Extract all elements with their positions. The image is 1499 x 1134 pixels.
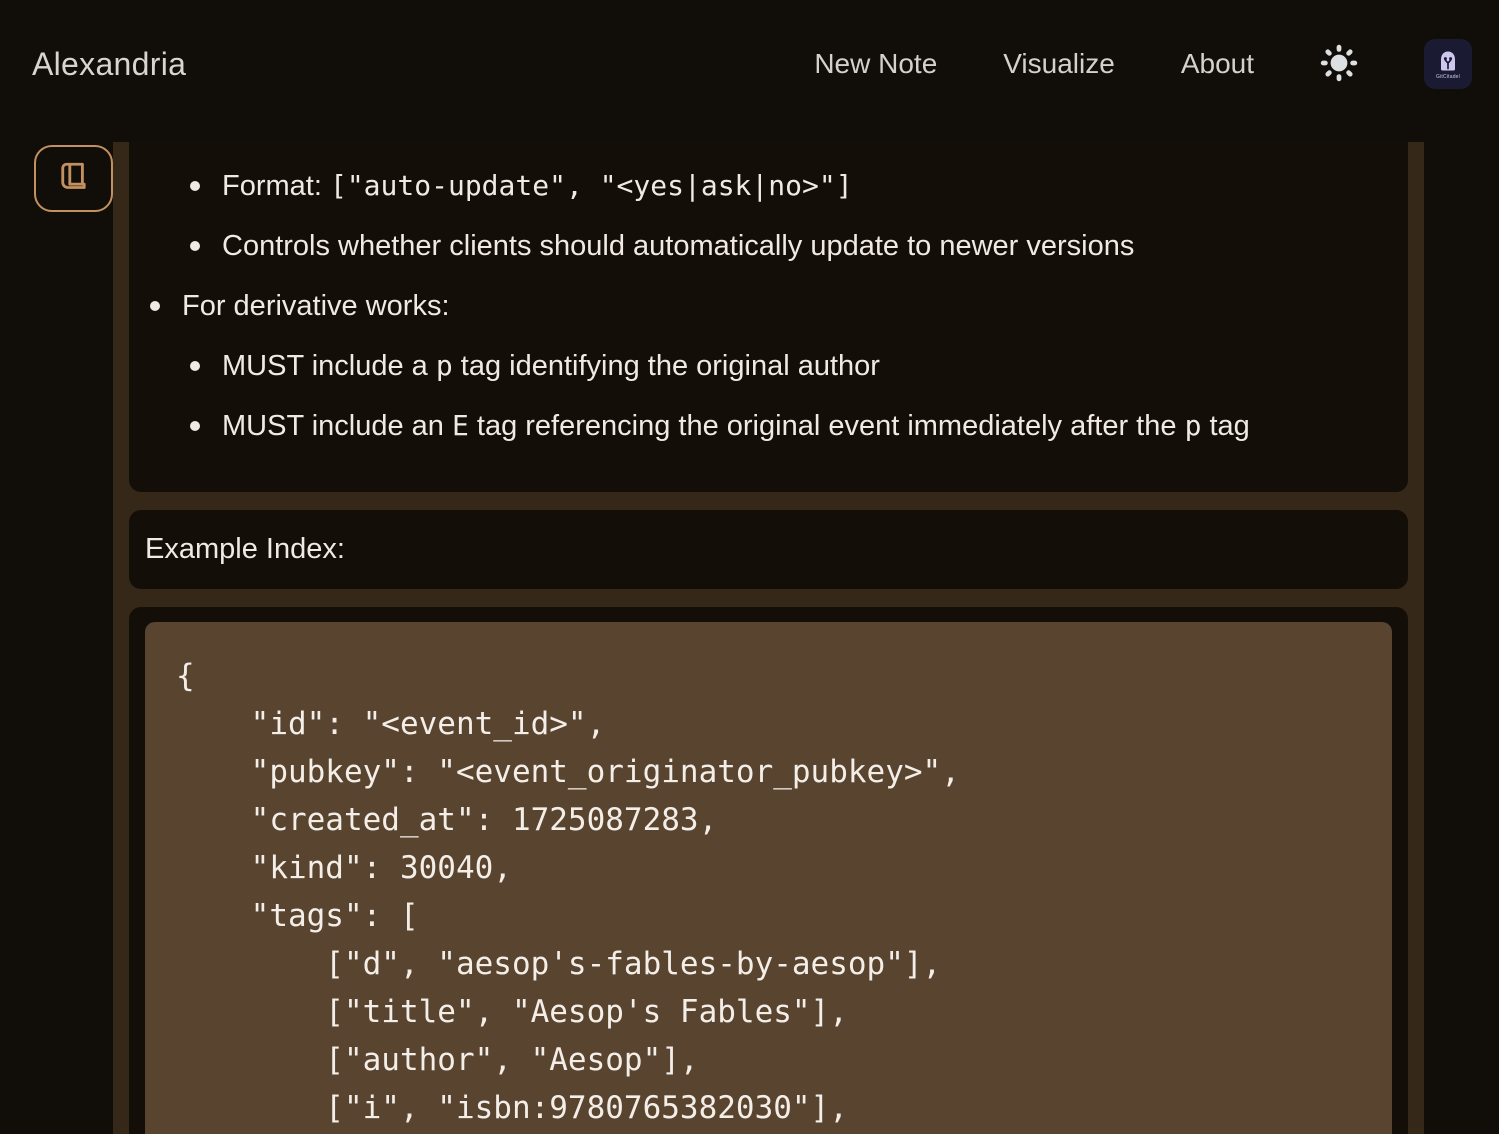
doc-section-card: Format: ["auto-update", "<yes|ask|no>"] C… <box>129 142 1408 492</box>
bullet-text: tag identifying the original author <box>453 350 880 382</box>
bullet-text: Controls whether clients should automati… <box>222 230 1134 262</box>
brand-title[interactable]: Alexandria <box>32 46 186 83</box>
example-index-card: Example Index: <box>129 510 1408 589</box>
content-panel: Format: ["auto-update", "<yes|ask|no>"] C… <box>113 142 1424 1134</box>
code-example-card: { "id": "<event_id>", "pubkey": "<event_… <box>129 607 1408 1134</box>
bullet-item: Format: ["auto-update", "<yes|ask|no>"] <box>190 168 1392 204</box>
bullet-text: tag referencing the original event immed… <box>469 410 1185 442</box>
nav-visualize[interactable]: Visualize <box>1003 48 1115 80</box>
inline-code: E <box>452 409 469 442</box>
bullet-item: Controls whether clients should automati… <box>190 228 1392 264</box>
nav-about[interactable]: About <box>1181 48 1254 80</box>
sun-icon <box>1320 44 1358 85</box>
bullet-item: MUST include an E tag referencing the or… <box>190 408 1392 444</box>
code-block: { "id": "<event_id>", "pubkey": "<event_… <box>145 622 1392 1134</box>
main-nav: New Note Visualize About <box>814 39 1472 89</box>
bullet-list: Format: ["auto-update", "<yes|ask|no>"] C… <box>145 168 1392 444</box>
inline-code: p <box>1185 409 1202 442</box>
bullet-item: For derivative works: <box>150 288 1392 324</box>
bullet-text: Format: <box>222 170 330 202</box>
gitcitadel-shield-icon <box>1436 49 1460 73</box>
gitcitadel-profile-badge[interactable]: GitCitadel <box>1424 39 1472 89</box>
sidebar-toggle-button[interactable] <box>34 145 113 212</box>
inline-code: p <box>436 349 453 382</box>
app-header: Alexandria New Note Visualize About <box>0 0 1499 128</box>
example-index-label: Example Index: <box>145 533 345 566</box>
book-icon <box>56 159 92 198</box>
bullet-item: MUST include a p tag identifying the ori… <box>190 348 1392 384</box>
bullet-text: For derivative works: <box>182 290 450 322</box>
inline-code: ["auto-update", "<yes|ask|no>"] <box>330 169 853 202</box>
bullet-text: MUST include an <box>222 410 452 442</box>
bullet-text: tag <box>1201 410 1249 442</box>
bullet-text: MUST include a <box>222 350 436 382</box>
theme-toggle-button[interactable] <box>1320 45 1358 83</box>
logo-label: GitCitadel <box>1436 74 1460 80</box>
nav-new-note[interactable]: New Note <box>814 48 937 80</box>
